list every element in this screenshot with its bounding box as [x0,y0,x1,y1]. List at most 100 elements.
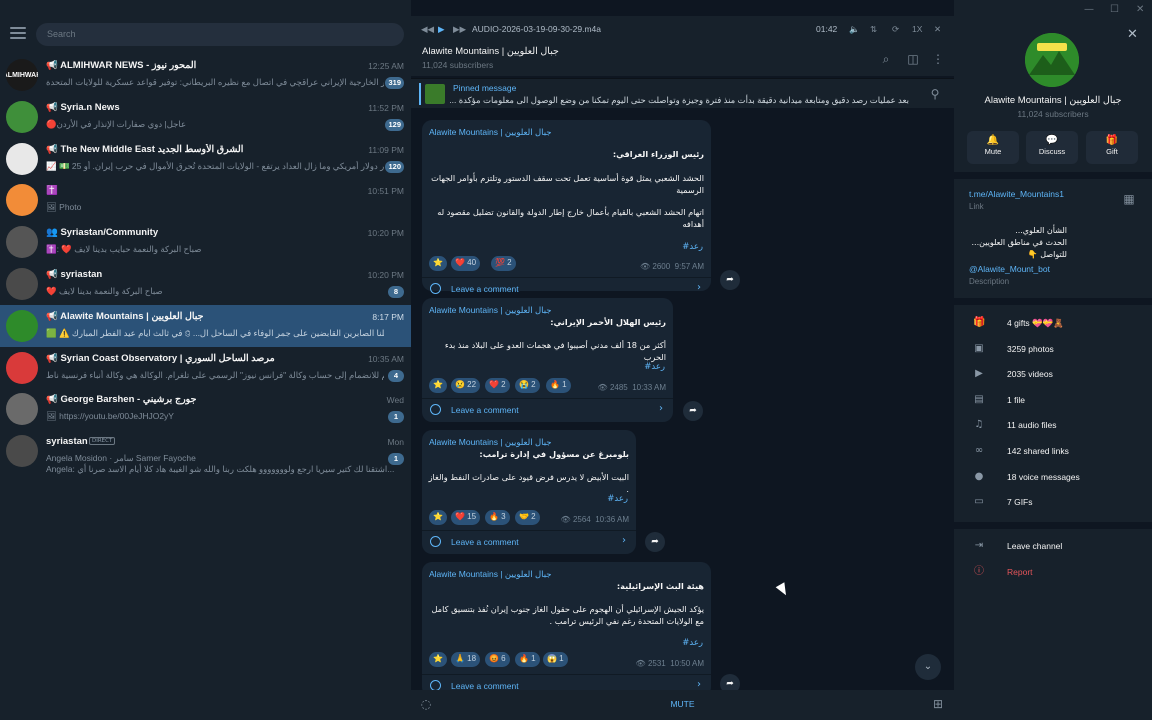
next-icon[interactable]: ▶▶ [453,24,466,35]
reaction-pray[interactable]: 🙏 18 [451,652,481,667]
post-hashtag[interactable]: #رعد [682,638,703,648]
reaction-scream[interactable]: 😱 1 [543,652,568,667]
reaction-star[interactable]: ⭐ [429,652,447,667]
sidebar-toggle-icon[interactable]: ◫ [906,52,920,66]
reaction-heart[interactable]: ❤️ 2 [485,378,510,393]
media-stat-row[interactable]: ▣ 3259 photos [954,338,1152,360]
media-stat-row[interactable]: 🎁 4 gifts 💝💝🧸 [954,312,1152,334]
reaction-star[interactable]: ⭐ [429,256,447,271]
reaction-heart[interactable]: ❤️ 15 [451,510,481,525]
post-author: Alawite Mountains | جبال العلويين [429,437,552,447]
bot-link[interactable]: @Alawite_Mount_bot [969,264,1050,274]
view-count: 2600 [652,262,671,271]
chat-list-item[interactable]: 📢 The New Middle East الشرق الأوسط الجدي… [0,138,411,180]
repeat-icon[interactable]: ⟳ [892,24,899,35]
maximize-icon[interactable]: ☐ [1110,4,1119,15]
post-hashtag[interactable]: #رعد [644,362,665,372]
media-stat-row[interactable]: ♫ 11 audio files [954,414,1152,436]
mute-action-button[interactable]: 🔔 Mute [967,131,1019,164]
media-stat-row[interactable]: ▭ 7 GIFs [954,491,1152,513]
chat-list-item[interactable]: ✝️ 10:51 PM 🖼 Photo [0,179,411,221]
reaction-fire[interactable]: 🔥 1 [546,378,571,393]
close-player-icon[interactable]: ✕ [934,24,941,35]
comment-bar[interactable]: Leave a comment › [422,277,711,299]
comment-bar[interactable]: Leave a comment › [422,530,636,552]
channel-title: Alawite Mountains | جبال العلويين [422,46,559,57]
chat-avatar [6,267,38,300]
reaction-hundred[interactable]: 💯 2 [491,256,516,271]
comment-bar[interactable]: Leave a comment › [422,674,711,690]
post-hashtag[interactable]: #رعد [682,242,703,252]
reaction-star[interactable]: ⭐ [429,378,447,393]
chat-list-item[interactable]: 📢 Syria.n News 11:52 PM 🔴عاجل| دوي صفارات … [0,96,411,138]
chat-name: 👥 Syriastan/Community [46,227,159,239]
chat-list-item[interactable]: syriastan Mon Angela Mosidon · سامر Samer … [0,430,411,474]
pinned-message-bar[interactable]: Pinned message بعد عمليات رصد دقيق ومتاب… [411,78,954,108]
share-icon[interactable]: ➦ [720,270,740,290]
media-stat-row[interactable]: ∞ 142 shared links [954,440,1152,462]
volume-icon[interactable]: 🔈 [849,24,860,35]
media-stat-row[interactable]: ▶ 2035 videos [954,363,1152,385]
media-stat-row[interactable]: ▤ 1 file [954,389,1152,411]
share-icon[interactable]: ➦ [683,401,703,421]
chat-list-item[interactable]: 📢 syriastan 10:20 PM ❤️ صباح البركة والنعم… [0,263,411,305]
chat-preview: ✝️: ❤️ صباح البركة والنعمة حبايب بدينا ل… [46,244,202,255]
channel-post: Alawite Mountains | جبال العلويين هيئة ا… [422,562,711,690]
comment-bar[interactable]: Leave a comment › [422,398,673,420]
reaction-sob[interactable]: 😭 2 [515,378,540,393]
headphones-icon: ♫ [974,419,984,431]
post-hashtag[interactable]: #رعد [607,494,628,504]
mute-action-label: Mute [984,147,1002,156]
media-stat-row[interactable]: ● 18 voice messages [954,466,1152,488]
leave-channel-button[interactable]: ⇥ Leave channel [954,535,1152,557]
menu-icon[interactable] [10,27,26,39]
chat-time: 10:51 PM [367,186,404,197]
photo-icon: ▣ [974,342,984,354]
chat-name: 📢 Alawite Mountains | جبال العلويين [46,310,204,322]
gift-action-button[interactable]: 🎁 Gift [1086,131,1138,164]
search-input[interactable]: Search [36,23,404,46]
reaction-angry[interactable]: 😡 6 [485,652,510,667]
chat-list-item[interactable]: 👥 Syriastan/Community 10:20 PM ✝️: ❤️ صباح… [0,221,411,263]
share-icon[interactable]: ➦ [720,674,740,690]
post-author: Alawite Mountains | جبال العلويين [429,569,552,579]
gift-icon[interactable]: ⊞ [931,697,945,711]
reaction-cry[interactable]: 😢 22 [451,378,481,393]
scroll-down-button[interactable]: ⌄ [915,654,941,680]
minimize-icon[interactable]: — [1084,4,1094,15]
search-icon[interactable]: ⌕ [879,52,893,66]
share-icon[interactable]: ➦ [645,532,665,552]
chat-time: 10:20 PM [367,228,404,239]
chat-list-item[interactable]: 📢 George Barshen - جورج برشيني Wed 🖼 https… [0,388,411,430]
previous-icon[interactable]: ◀◀ [421,24,434,35]
post-heading: رئيس الهلال الأحمر الإيراني: [550,317,666,327]
report-button[interactable]: ⓘ Report [954,561,1152,583]
discuss-action-button[interactable]: 💬 Discuss [1026,131,1078,164]
reaction-heart[interactable]: ❤️ 40 [451,256,481,271]
speed-button[interactable]: 1X [912,24,922,34]
chat-list-item[interactable]: 📢 Alawite Mountains | جبال العلويين 8:17 … [0,304,411,347]
chat-header[interactable]: Alawite Mountains | جبال العلويين 11,024… [411,42,954,76]
chat-list-item[interactable]: ALMIHWAR 📢 ALMIHWAR NEWS - المحور نيوز 12:… [0,54,411,96]
window-close-icon[interactable]: ✕ [1136,4,1144,15]
chat-list-item[interactable]: 📢 Syrian Coast Observatory | مرصد الساحل… [0,347,411,389]
chat-name: 📢 syriastan [46,268,103,280]
reaction-fire[interactable]: 🔥 3 [485,510,510,525]
pin-list-icon[interactable]: ⚲ [928,87,942,101]
qr-code-icon[interactable]: ▦ [1122,192,1136,206]
play-icon[interactable]: ▶ [438,24,445,35]
reaction-fire[interactable]: 🔥 1 [515,652,540,667]
close-panel-icon[interactable]: ✕ [1127,27,1138,42]
gift-icon: 🎁 [1105,135,1119,146]
leave-comment-label: Leave a comment [451,681,519,690]
channel-post: Alawite Mountains | جبال العلويين رئيس ا… [422,298,673,422]
post-time: 10:33 AM [632,383,666,392]
order-icon[interactable]: ⇅ [870,24,877,35]
chat-name: 📢 George Barshen - جورج برشيني [46,394,197,406]
reaction-star[interactable]: ⭐ [429,510,447,525]
reaction-handshake[interactable]: 🤝 2 [515,510,540,525]
channel-link[interactable]: t.me/Alawite_Mountains1 [969,189,1064,199]
more-icon[interactable]: ⋮ [931,52,945,66]
chat-time: Mon [387,437,404,448]
mute-button[interactable]: MUTE [411,699,954,709]
